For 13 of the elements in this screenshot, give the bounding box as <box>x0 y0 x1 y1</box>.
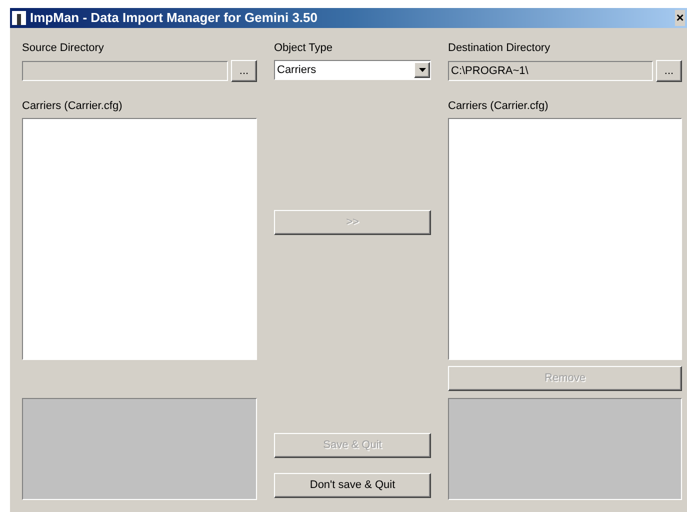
field-label: Source Directory <box>22 41 105 55</box>
field-label: Object Type <box>274 41 334 55</box>
source-list[interactable] <box>22 118 257 360</box>
window-title: ImpMan - Data Import Manager for Gemini 3.50 <box>30 9 318 28</box>
app-icon <box>12 11 26 25</box>
list-label: Carriers (Carrier.cfg) <box>22 99 124 113</box>
object-type-dropdown[interactable]: Carriers <box>274 60 431 80</box>
caret-icon <box>414 62 430 78</box>
field-label: Destination Directory <box>448 41 552 55</box>
button[interactable]: Don't save & Quit <box>274 473 431 498</box>
list-label: Carriers (Carrier.cfg) <box>448 99 550 113</box>
close-button[interactable]: × <box>675 10 685 26</box>
destination-list[interactable] <box>448 118 682 360</box>
